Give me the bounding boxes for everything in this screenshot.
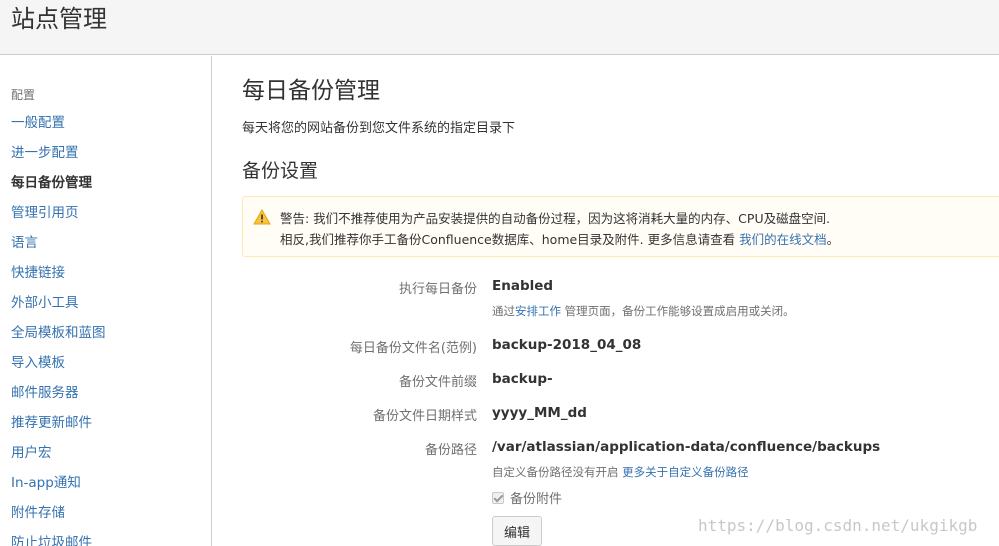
- filename-example-label: 每日备份文件名(范例): [349, 341, 477, 356]
- sidebar-item-external-gadgets[interactable]: 外部小工具: [11, 294, 106, 324]
- sidebar-nav: 一般配置 进一步配置 每日备份管理 管理引用页 语言 快捷链接 外部小工具 全局…: [11, 114, 106, 546]
- sidebar-item-mail-servers[interactable]: 邮件服务器: [11, 384, 106, 414]
- date-pattern-label: 备份文件日期样式: [372, 409, 477, 424]
- backup-attachments-label: 备份附件: [510, 492, 563, 507]
- sidebar-item-import-templates[interactable]: 导入模板: [11, 354, 106, 384]
- sidebar-item-general-config[interactable]: 一般配置: [11, 114, 106, 144]
- warning-line-2-text: 相反,我们推荐你手工备份Confluence数据库、home目录及附件. 更多信…: [280, 232, 740, 247]
- file-prefix-label: 备份文件前缀: [398, 375, 477, 390]
- sidebar-item-shortcut-links[interactable]: 快捷链接: [11, 264, 106, 294]
- sidebar: 配置 一般配置 进一步配置 每日备份管理 管理引用页 语言 快捷链接 外部小工具…: [0, 56, 212, 546]
- warning-message: 警告: 我们不推荐使用为产品安装提供的自动备份过程，因为这将消耗大量的内存、CP…: [242, 196, 999, 257]
- filename-example-value: backup-2018_04_08: [492, 337, 642, 353]
- warning-icon: [253, 209, 271, 225]
- daily-backup-help-prefix: 通过: [492, 304, 515, 318]
- backup-path-help-text: 自定义备份路径没有开启: [492, 465, 623, 479]
- backup-path-help: 自定义备份路径没有开启 更多关于自定义备份路径: [492, 464, 749, 480]
- page-title: 每日备份管理: [242, 78, 380, 104]
- sidebar-item-manage-referrers[interactable]: 管理引用页: [11, 204, 106, 234]
- header-title: 站点管理: [11, 5, 107, 33]
- sidebar-item-attachment-storage[interactable]: 附件存储: [11, 504, 106, 534]
- top-header: 站点管理: [0, 0, 999, 55]
- sidebar-item-spam-prevention[interactable]: 防止垃圾邮件: [11, 534, 106, 546]
- sidebar-item-languages[interactable]: 语言: [11, 234, 106, 264]
- backup-path-value: /var/atlassian/application-data/confluen…: [492, 439, 881, 455]
- sidebar-item-recommended-updates-email[interactable]: 推荐更新邮件: [11, 414, 106, 444]
- file-prefix-value: backup-: [492, 371, 553, 387]
- backup-path-label: 备份路径: [424, 443, 477, 458]
- main-content: 每日备份管理 每天将您的网站备份到您文件系统的指定目录下 备份设置 警告: 我们…: [242, 56, 999, 546]
- warning-line-1: 警告: 我们不推荐使用为产品安装提供的自动备份过程，因为这将消耗大量的内存、CP…: [280, 211, 831, 226]
- edit-button[interactable]: 编辑: [492, 516, 542, 546]
- warning-line-2-suffix: 。: [826, 232, 840, 247]
- custom-backup-path-link[interactable]: 更多关于自定义备份路径: [622, 465, 749, 479]
- sidebar-item-user-macros[interactable]: 用户宏: [11, 444, 106, 474]
- sidebar-item-further-config[interactable]: 进一步配置: [11, 144, 106, 174]
- online-docs-link[interactable]: 我们的在线文档: [739, 232, 827, 247]
- sidebar-section-label: 配置: [11, 88, 36, 102]
- date-pattern-value: yyyy_MM_dd: [492, 405, 587, 421]
- daily-backup-label: 执行每日备份: [398, 282, 477, 297]
- daily-backup-help: 通过安排工作 管理页面，备份工作能够设置成启用或关闭。: [492, 303, 795, 319]
- sidebar-item-daily-backup[interactable]: 每日备份管理: [11, 174, 106, 204]
- sidebar-item-global-templates[interactable]: 全局模板和蓝图: [11, 324, 106, 354]
- section-title: 备份设置: [242, 160, 319, 182]
- sidebar-item-in-app-notifications[interactable]: In-app通知: [11, 474, 106, 504]
- warning-line-2: 相反,我们推荐你手工备份Confluence数据库、home目录及附件. 更多信…: [280, 229, 839, 248]
- backup-attachments-checkbox: [492, 492, 504, 504]
- watermark: https://blog.csdn.net/ukgikgb: [698, 516, 978, 535]
- page-description: 每天将您的网站备份到您文件系统的指定目录下: [242, 121, 516, 136]
- daily-backup-help-suffix: 管理页面，备份工作能够设置成启用或关闭。: [561, 304, 795, 318]
- daily-backup-value: Enabled: [492, 278, 554, 294]
- scheduled-jobs-link[interactable]: 安排工作: [515, 304, 561, 318]
- backup-attachments-row: 备份附件: [492, 488, 562, 507]
